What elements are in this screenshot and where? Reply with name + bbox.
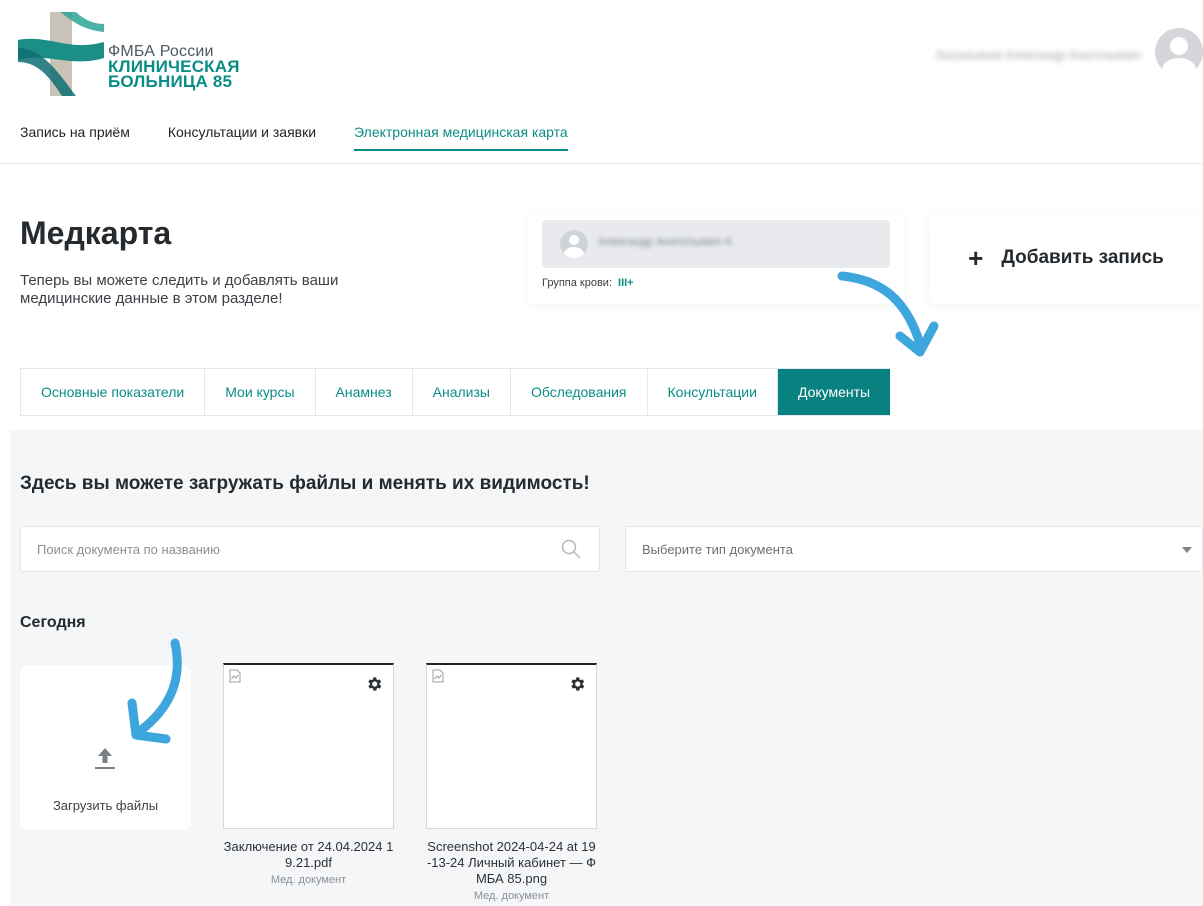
file-type: Мед. документ [473,890,550,902]
gear-icon[interactable] [365,675,383,693]
blood-group-value: III+ [618,277,634,289]
medcard-tabs: Основные показатели Мои курсы Анамнез Ан… [20,368,891,416]
document-type-select[interactable]: Выберите тип документа [625,526,1203,572]
patient-card: Александр Анатольевич К. Группа крови: II… [528,212,904,304]
blood-group-label: Группа крови: [542,277,613,289]
nav-item-appointment[interactable]: Запись на приём [20,124,130,151]
add-record-button[interactable]: + Добавить запись [929,212,1203,304]
patient-avatar-icon [560,230,588,258]
upload-files-button[interactable]: Загрузить файлы [20,665,191,830]
nav-item-consultations[interactable]: Консультации и заявки [168,124,316,151]
nav-divider [0,163,1203,164]
document-type-placeholder: Выберите тип документа [642,541,793,557]
file-thumbnail[interactable] [426,663,597,829]
main-nav: Запись на приём Консультации и заявки Эл… [20,124,568,151]
logo-mark [18,12,104,96]
page-subtitle: Теперь вы можете следить и добавлять ваш… [20,272,339,307]
upload-files-label: Загрузить файлы [52,798,159,813]
chevron-down-icon [1182,547,1192,553]
tab-analyses[interactable]: Анализы [413,369,511,415]
user-name[interactable]: Калачьянов Александр Анатольевич [936,48,1141,62]
blood-group: Группа крови: III+ [542,277,634,289]
gear-icon[interactable] [568,675,586,693]
file-thumbnail[interactable] [223,663,394,829]
file-name[interactable]: Заключение от 24.04.2024 19.21.pdf [223,839,394,871]
tab-documents[interactable]: Документы [777,369,891,415]
file-card: Заключение от 24.04.2024 19.21.pdf Мед. … [223,663,394,886]
patient-selector[interactable]: Александр Анатольевич К. [542,220,890,268]
patient-name: Александр Анатольевич К. [598,236,735,248]
broken-image-icon [229,669,241,683]
search-icon[interactable] [561,539,581,559]
plus-icon: + [968,243,984,273]
add-record-label: Добавить запись [1001,247,1164,268]
tab-my-courses[interactable]: Мои курсы [205,369,316,415]
tab-consultations[interactable]: Консультации [648,369,778,415]
logo-line-3: БОЛЬНИЦА 85 [108,72,233,91]
document-search [20,526,600,572]
logo-text: ФМБА России КЛИНИЧЕСКАЯ БОЛЬНИЦА 85 [108,44,240,91]
tab-anamnesis[interactable]: Анамнез [316,369,413,415]
file-card: Screenshot 2024-04-24 at 19-13-24 Личный… [426,663,597,902]
tab-examinations[interactable]: Обследования [511,369,648,415]
tab-main-indicators[interactable]: Основные показатели [21,369,206,415]
nav-item-emr[interactable]: Электронная медицинская карта [354,124,568,151]
user-avatar-icon[interactable] [1155,28,1203,76]
group-title: Сегодня [20,614,86,631]
search-input[interactable] [21,527,553,571]
upload-icon [95,748,115,769]
broken-image-icon [432,669,444,683]
file-name[interactable]: Screenshot 2024-04-24 at 19-13-24 Личный… [426,839,597,887]
documents-heading: Здесь вы можете загружать файлы и менять… [20,473,590,494]
page-title: Медкарта [20,215,172,251]
file-type: Мед. документ [270,874,347,886]
